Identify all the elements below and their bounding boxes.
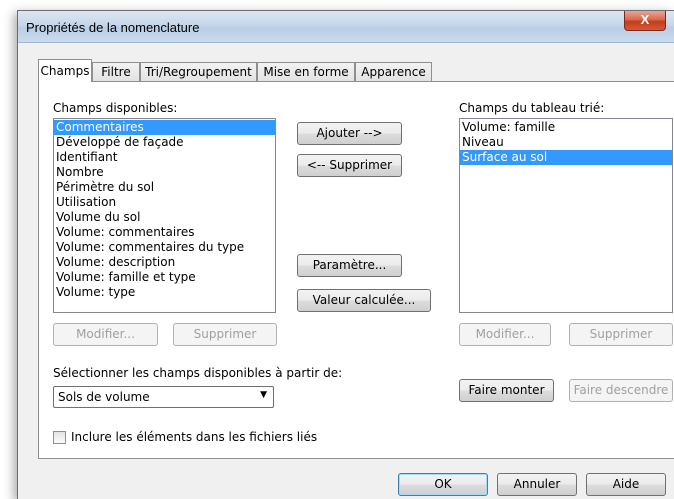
source-select-value: Sols de volume xyxy=(58,390,150,404)
available-fields-label: Champs disponibles: xyxy=(53,101,178,115)
list-item[interactable]: Niveau xyxy=(460,135,672,150)
include-linked-checkbox[interactable] xyxy=(53,431,66,444)
tab-tri-regroupement[interactable]: Tri/Regroupement xyxy=(140,62,257,81)
include-linked-label: Inclure les éléments dans les fichiers l… xyxy=(71,430,318,444)
list-item[interactable]: Identifiant xyxy=(54,150,275,165)
list-item[interactable]: Volume: commentaires xyxy=(54,225,275,240)
available-modify-button[interactable]: Modifier... xyxy=(53,323,158,346)
add-button[interactable]: Ajouter --> xyxy=(297,122,402,145)
remove-button[interactable]: <-- Supprimer xyxy=(297,154,402,177)
available-delete-button[interactable]: Supprimer xyxy=(173,323,277,346)
list-item[interactable]: Volume: commentaires du type xyxy=(54,240,275,255)
dialog-client: Champs Filtre Tri/Regroupement Mise en f… xyxy=(24,43,674,499)
fields-panel: Champs disponibles: Commentaires Développ… xyxy=(38,81,674,459)
available-fields-list[interactable]: Commentaires Développé de façade Identifia… xyxy=(53,118,276,313)
close-button[interactable]: X xyxy=(624,11,666,31)
list-item[interactable]: Périmètre du sol xyxy=(54,180,275,195)
move-up-button[interactable]: Faire monter xyxy=(459,379,554,402)
list-item[interactable]: Volume: description xyxy=(54,255,275,270)
close-icon: X xyxy=(640,12,650,27)
title-bar[interactable]: Propriétés de la nomenclature X xyxy=(18,11,674,43)
list-item[interactable]: Volume: famille xyxy=(460,120,672,135)
calculated-value-button[interactable]: Valeur calculée... xyxy=(297,289,431,312)
list-item[interactable]: Commentaires xyxy=(54,120,275,135)
list-item[interactable]: Développé de façade xyxy=(54,135,275,150)
tab-filtre[interactable]: Filtre xyxy=(92,62,140,81)
cancel-button[interactable]: Annuler xyxy=(497,473,577,496)
source-select[interactable]: Sols de volume ▼ xyxy=(53,386,274,408)
tab-champs[interactable]: Champs xyxy=(38,59,92,82)
list-item[interactable]: Volume: type xyxy=(54,285,275,300)
list-item[interactable]: Nombre xyxy=(54,165,275,180)
dialog-title: Propriétés de la nomenclature xyxy=(26,20,200,35)
scheduled-modify-button[interactable]: Modifier... xyxy=(459,323,551,346)
tab-apparence[interactable]: Apparence xyxy=(355,62,432,81)
scheduled-fields-list[interactable]: Volume: famille Niveau Surface au sol xyxy=(459,118,673,313)
scheduled-delete-button[interactable]: Supprimer xyxy=(569,323,673,346)
dropdown-arrow-icon: ▼ xyxy=(260,390,267,400)
list-item[interactable]: Volume: famille et type xyxy=(54,270,275,285)
scheduled-fields-label: Champs du tableau trié: xyxy=(459,101,605,115)
dialog-window: Propriétés de la nomenclature X Champs F… xyxy=(17,10,674,499)
parameter-button[interactable]: Paramètre... xyxy=(297,254,402,277)
list-item[interactable]: Volume du sol xyxy=(54,210,275,225)
list-item[interactable]: Utilisation xyxy=(54,195,275,210)
help-button[interactable]: Aide xyxy=(586,473,666,496)
source-label: Sélectionner les champs disponibles à pa… xyxy=(53,366,343,380)
ok-button[interactable]: OK xyxy=(398,473,488,496)
tab-mise-en-forme[interactable]: Mise en forme xyxy=(257,62,355,81)
list-item[interactable]: Surface au sol xyxy=(460,150,672,165)
move-down-button[interactable]: Faire descendre xyxy=(569,379,673,402)
